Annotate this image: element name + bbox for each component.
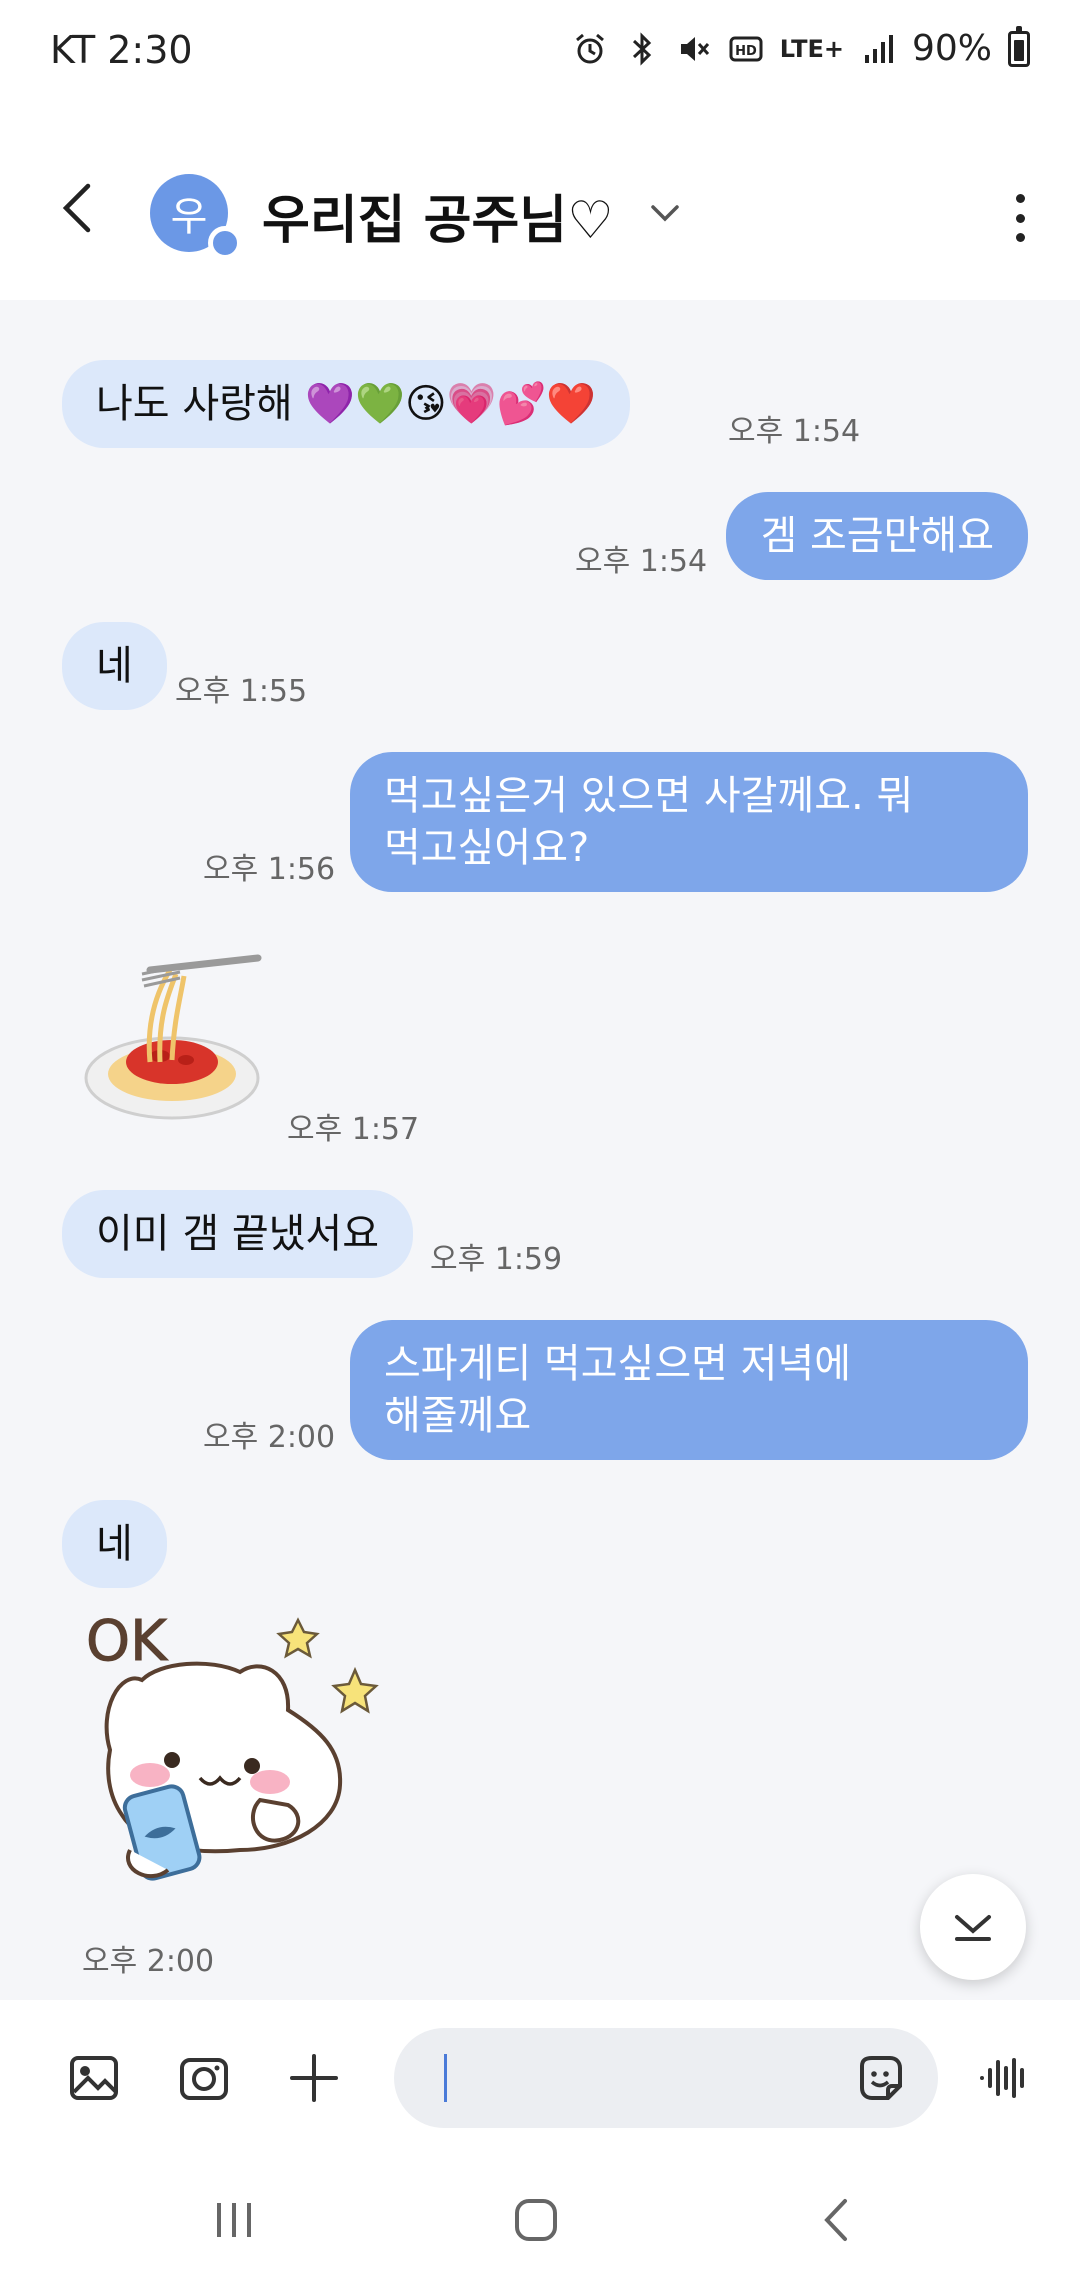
signal-icon — [860, 31, 896, 67]
battery-percent: 90% — [911, 28, 992, 69]
message-time: 오후 1:54 — [728, 414, 861, 449]
message-text-line: 먹고싶은거 있으면 사갈께요. 뭐 — [384, 773, 914, 819]
outgoing-message[interactable]: 스파게티 먹고싶으면 저녁에 해줄께요 — [350, 1320, 1028, 1460]
back-arrow-icon — [62, 183, 91, 233]
message-time: 오후 1:56 — [203, 852, 336, 887]
text-caret — [444, 2054, 447, 2102]
recent-apps-button[interactable] — [204, 2190, 264, 2250]
battery-icon — [1008, 25, 1030, 67]
message-badge-icon — [208, 226, 242, 260]
carrier-time: KT 2:30 — [50, 28, 193, 72]
hd-icon: HD — [728, 31, 764, 67]
message-text: 이미 갬 끝냈서요 — [96, 1211, 380, 1257]
message-text: 겜 조금만해요 — [760, 513, 994, 559]
scroll-to-bottom-button[interactable] — [920, 1874, 1026, 1980]
spaghetti-sticker[interactable] — [80, 950, 270, 1130]
svg-text:HD: HD — [735, 44, 757, 59]
incoming-message[interactable]: 나도 사랑해 💜💚😘💗💕❤️ — [62, 360, 631, 448]
back-chevron-icon — [824, 2199, 847, 2241]
incoming-message[interactable]: 이미 갬 끝냈서요 — [62, 1190, 414, 1278]
system-navigation-bar — [0, 2150, 1080, 2280]
contact-name[interactable]: 우리집 공주님♡ — [262, 178, 614, 253]
chevron-down-icon[interactable] — [645, 198, 685, 228]
chat-header: 우 우리집 공주님♡ — [0, 110, 1080, 300]
alarm-icon — [572, 31, 608, 67]
message-time: 오후 2:00 — [82, 1944, 215, 1979]
ok-cat-icon: OK — [86, 1609, 379, 1881]
voice-button[interactable] — [976, 2050, 1032, 2106]
incoming-message[interactable]: 네 — [62, 1500, 167, 1588]
home-button[interactable] — [506, 2190, 566, 2250]
emoji-sticker-icon — [860, 2056, 902, 2100]
message-text-line: 해줄께요 — [384, 1393, 532, 1439]
more-dot-icon — [1015, 194, 1025, 203]
system-back-button[interactable] — [808, 2190, 868, 2250]
more-dot-icon — [1015, 213, 1025, 223]
more-options-button[interactable] — [1010, 194, 1030, 242]
more-dot-icon — [1015, 233, 1025, 242]
status-bar: KT 2:30 HD LTE+ 90% — [0, 0, 1080, 110]
back-button[interactable] — [50, 178, 110, 238]
emoji-button[interactable] — [854, 2052, 908, 2106]
gallery-icon — [70, 2056, 118, 2100]
plus-icon — [290, 2054, 338, 2102]
incoming-message[interactable]: 네 — [62, 622, 167, 710]
message-time: 오후 1:57 — [287, 1112, 420, 1147]
status-icons: HD LTE+ 90% — [572, 25, 1030, 69]
message-time: 오후 2:00 — [203, 1420, 336, 1455]
message-list[interactable]: 나도 사랑해 💜💚😘💗💕❤️ 오후 1:54 겜 조금만해요 오후 1:54 네… — [0, 300, 1080, 2000]
outgoing-message[interactable]: 겜 조금만해요 — [726, 492, 1028, 580]
message-text-line: 먹고싶어요? — [384, 825, 590, 871]
gallery-button[interactable] — [66, 2050, 122, 2106]
message-time: 오후 1:54 — [575, 544, 708, 579]
camera-icon — [180, 2058, 228, 2100]
message-text: 나도 사랑해 💜💚😘💗💕❤️ — [96, 381, 597, 427]
voice-waveform-icon — [980, 2058, 1024, 2098]
chevron-down-icon — [955, 1915, 991, 1941]
network-type: LTE+ — [779, 34, 844, 63]
message-input[interactable] — [394, 2028, 938, 2128]
sticker-ok-text: OK — [86, 1609, 168, 1674]
message-text: 네 — [96, 643, 133, 689]
message-text: 네 — [96, 1521, 133, 1567]
outgoing-message[interactable]: 먹고싶은거 있으면 사갈께요. 뭐 먹고싶어요? — [350, 752, 1028, 892]
home-icon — [515, 2199, 557, 2241]
ok-cat-sticker[interactable]: OK — [80, 1600, 400, 1900]
mute-icon — [676, 31, 712, 67]
message-text-line: 스파게티 먹고싶으면 저녁에 — [384, 1341, 852, 1387]
message-time: 오후 1:55 — [175, 674, 308, 709]
composer-bar — [0, 2000, 1080, 2150]
recent-apps-icon — [217, 2203, 251, 2237]
message-time: 오후 1:59 — [430, 1242, 563, 1277]
spaghetti-icon — [84, 954, 262, 1120]
attach-button[interactable] — [286, 2050, 342, 2106]
camera-button[interactable] — [176, 2050, 232, 2106]
bluetooth-icon — [624, 31, 660, 67]
